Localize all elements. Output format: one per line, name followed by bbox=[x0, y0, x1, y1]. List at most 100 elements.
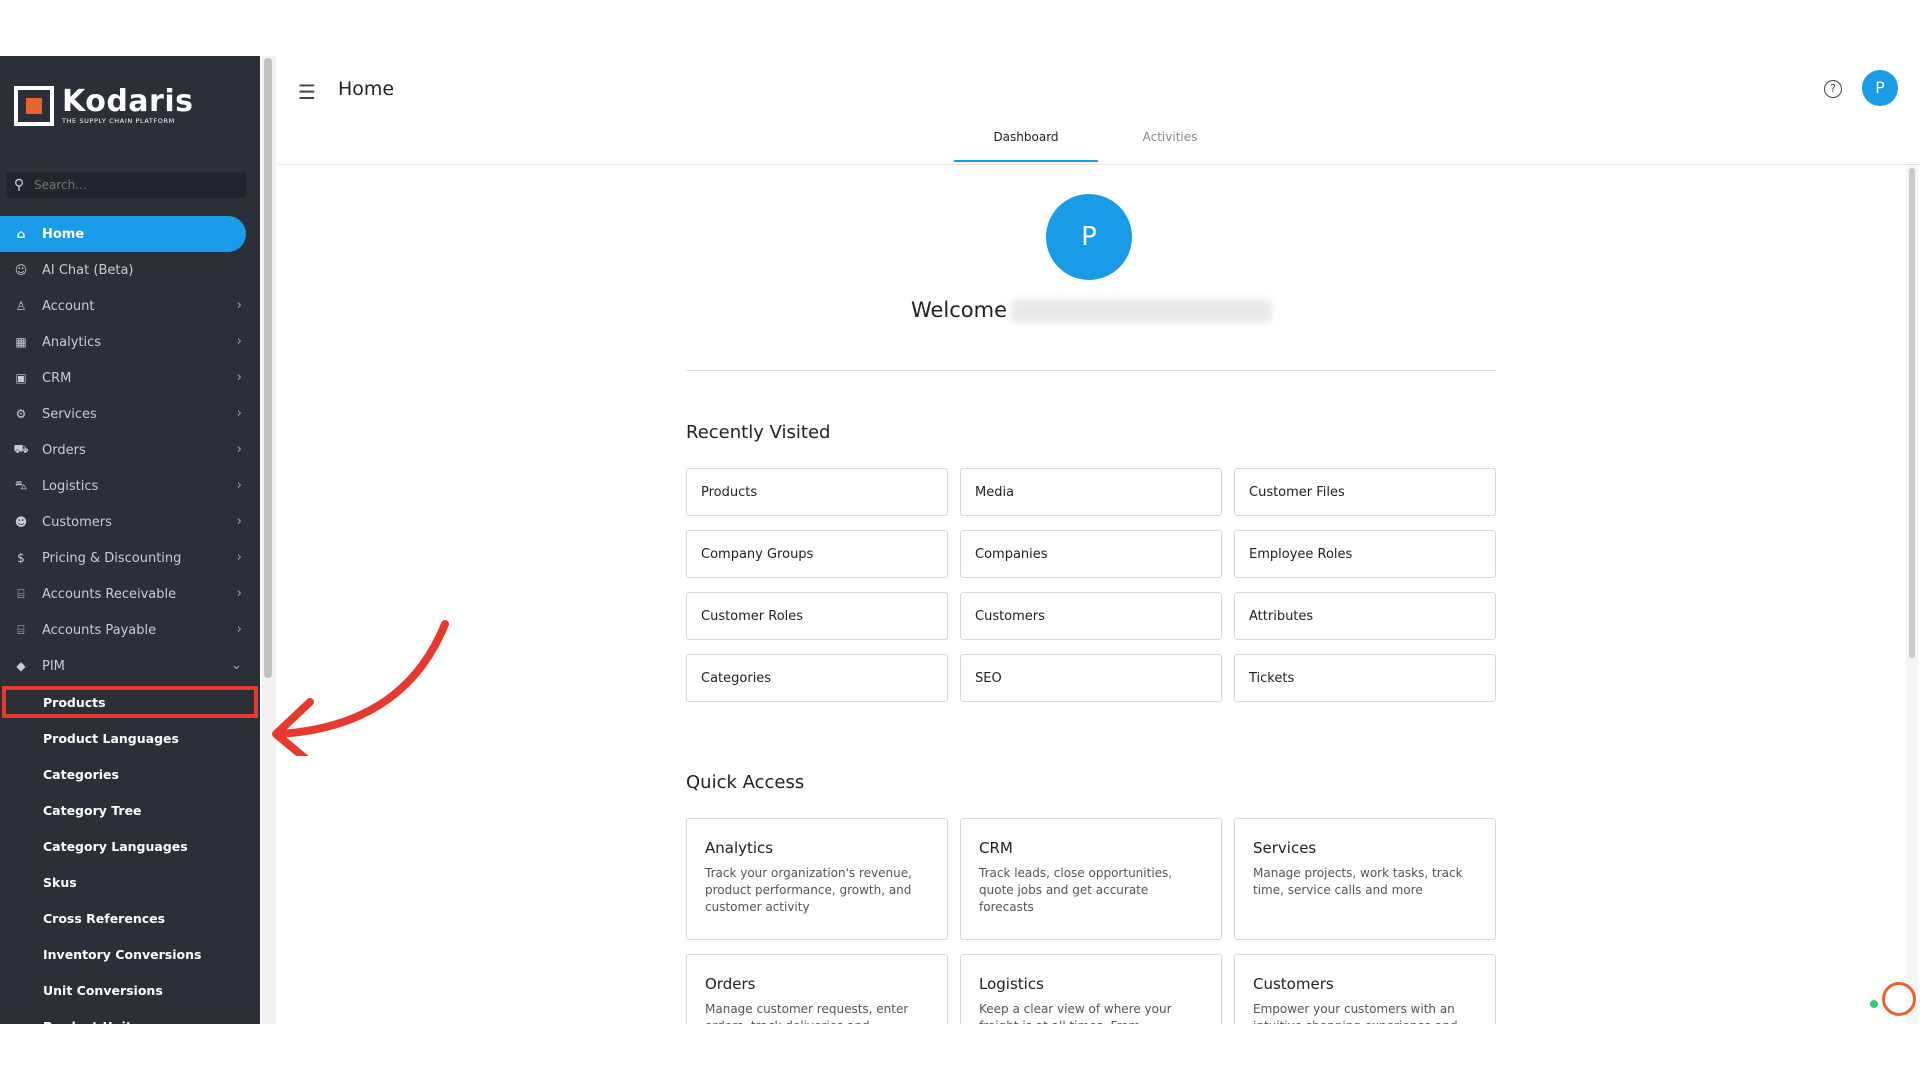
sidebar-item-pim[interactable]: ◆ PIM ⌄ bbox=[0, 648, 260, 684]
sidebar-item-pricing-discounting[interactable]: $ Pricing & Discounting › bbox=[0, 540, 260, 576]
hamburger-menu-icon[interactable]: ☰ bbox=[298, 80, 316, 104]
sidebar-item-label: Accounts Payable bbox=[42, 622, 157, 638]
logo-tagline: THE SUPPLY CHAIN PLATFORM bbox=[62, 117, 175, 125]
help-icon[interactable]: ? bbox=[1824, 80, 1842, 98]
sidebar-subitem-category-tree[interactable]: Category Tree bbox=[0, 792, 260, 828]
sidebar-item-accounts-payable[interactable]: ⌸ Accounts Payable › bbox=[0, 612, 260, 648]
tab-dashboard[interactable]: Dashboard bbox=[954, 122, 1098, 162]
sidebar-item-ai-chat-beta[interactable]: ☺ AI Chat (Beta) bbox=[0, 252, 260, 288]
redacted-email bbox=[1011, 300, 1272, 322]
quick-access-card-analytics[interactable]: Analytics Track your organization's reven… bbox=[686, 818, 948, 940]
user-avatar[interactable]: P bbox=[1862, 70, 1898, 106]
quick-access-title: Services bbox=[1253, 839, 1317, 857]
quick-access-card-customers[interactable]: Customers Empower your customers with an … bbox=[1234, 954, 1496, 1024]
chevron-right-icon: › bbox=[236, 478, 242, 493]
quick-access-description: Track your organization's revenue, produ… bbox=[705, 866, 912, 914]
sidebar-subitem-cross-references[interactable]: Cross References bbox=[0, 900, 260, 936]
sidebar-subitem-product-languages[interactable]: Product Languages bbox=[0, 720, 260, 756]
bank-icon: ⌸ bbox=[17, 622, 25, 637]
welcome-divider bbox=[686, 370, 1496, 371]
sidebar-subitem-products[interactable]: Products bbox=[0, 684, 260, 720]
sidebar-item-crm[interactable]: ▣ CRM › bbox=[0, 360, 260, 396]
tabs: Dashboard Activities bbox=[954, 122, 1242, 162]
recent-card-categories[interactable]: Categories bbox=[686, 654, 948, 702]
people-icon: ☻ bbox=[14, 515, 28, 529]
chevron-right-icon: › bbox=[236, 622, 242, 637]
sidebar-item-label: Orders bbox=[42, 442, 86, 458]
chevron-right-icon: › bbox=[236, 334, 242, 349]
tag-icon: ◆ bbox=[16, 659, 26, 673]
sidebar-scroll-thumb[interactable] bbox=[264, 58, 272, 678]
sidebar-subitem-category-languages[interactable]: Category Languages bbox=[0, 828, 260, 864]
quick-access-card-crm[interactable]: CRM Track leads, close opportunities, quo… bbox=[960, 818, 1222, 940]
user-icon: ♙ bbox=[15, 299, 27, 313]
recent-card-customer-files[interactable]: Customer Files bbox=[1234, 468, 1496, 516]
sidebar-item-customers[interactable]: ☻ Customers › bbox=[0, 504, 260, 540]
recent-card-tickets[interactable]: Tickets bbox=[1234, 654, 1496, 702]
sidebar-item-account[interactable]: ♙ Account › bbox=[0, 288, 260, 324]
recent-card-products[interactable]: Products bbox=[686, 468, 948, 516]
robot-icon: ☺ bbox=[14, 263, 28, 277]
recent-card-employee-roles[interactable]: Employee Roles bbox=[1234, 530, 1496, 578]
main-scrollbar[interactable] bbox=[1906, 166, 1918, 1024]
recent-card-company-groups[interactable]: Company Groups bbox=[686, 530, 948, 578]
kodaris-logo[interactable]: Kodaris THE SUPPLY CHAIN PLATFORM bbox=[14, 86, 193, 126]
main-scroll-thumb[interactable] bbox=[1909, 168, 1915, 658]
sidebar-scrollbar[interactable] bbox=[262, 56, 276, 1024]
chevron-right-icon: › bbox=[236, 514, 242, 529]
quick-access-title: Quick Access bbox=[686, 772, 805, 793]
app-window: Kodaris THE SUPPLY CHAIN PLATFORM ⚲ ⌂ Hom… bbox=[0, 56, 1920, 1024]
recent-card-customer-roles[interactable]: Customer Roles bbox=[686, 592, 948, 640]
gears-icon: ⚙ bbox=[15, 407, 27, 421]
sidebar-nav: ⌂ Home ☺ AI Chat (Beta) ♙ Account › ▦ Analytics ›… bbox=[0, 216, 260, 1024]
tabs-divider bbox=[278, 164, 1920, 165]
contact-card-icon: ▣ bbox=[15, 371, 27, 385]
recent-card-companies[interactable]: Companies bbox=[960, 530, 1222, 578]
sidebar-item-accounts-receivable[interactable]: ⌸ Accounts Receivable › bbox=[0, 576, 260, 612]
quick-access-card-orders[interactable]: Orders Manage customer requests, enter or… bbox=[686, 954, 948, 1024]
sidebar-subitem-product-units[interactable]: Product Units bbox=[0, 1008, 260, 1025]
shipping-icon: ⛍ bbox=[14, 478, 28, 492]
recent-card-media[interactable]: Media bbox=[960, 468, 1222, 516]
sidebar-item-label: CRM bbox=[42, 370, 72, 386]
chat-support-icon[interactable] bbox=[1882, 982, 1916, 1016]
sidebar-subitem-unit-conversions[interactable]: Unit Conversions bbox=[0, 972, 260, 1008]
quick-access-card-services[interactable]: Services Manage projects, work tasks, tra… bbox=[1234, 818, 1496, 940]
main-area: ☰ Home ? P Dashboard Activities P Welcom… bbox=[278, 56, 1920, 1024]
sidebar-item-label: Pricing & Discounting bbox=[42, 550, 182, 566]
sidebar-item-label: Accounts Receivable bbox=[42, 586, 177, 602]
sidebar-item-analytics[interactable]: ▦ Analytics › bbox=[0, 324, 260, 360]
recent-card-seo[interactable]: SEO bbox=[960, 654, 1222, 702]
welcome-text: Welcome bbox=[910, 298, 1008, 322]
quick-access-title: Analytics bbox=[705, 839, 774, 857]
sidebar-item-services[interactable]: ⚙ Services › bbox=[0, 396, 260, 432]
chevron-right-icon: › bbox=[236, 370, 242, 385]
topbar: ☰ Home ? P Dashboard Activities bbox=[278, 56, 1920, 166]
quick-access-title: Orders bbox=[705, 975, 756, 993]
sidebar-item-home[interactable]: ⌂ Home bbox=[0, 216, 246, 252]
online-status-dot bbox=[1870, 1000, 1878, 1008]
sidebar-item-logistics[interactable]: ⛍ Logistics › bbox=[0, 468, 260, 504]
welcome-heading: Welcome bbox=[686, 298, 1496, 322]
search-input[interactable] bbox=[32, 177, 236, 193]
sidebar-item-label: Customers bbox=[42, 514, 112, 530]
quick-access-card-logistics[interactable]: Logistics Keep a clear view of where your… bbox=[960, 954, 1222, 1024]
recent-card-attributes[interactable]: Attributes bbox=[1234, 592, 1496, 640]
logo-name: Kodaris bbox=[62, 84, 194, 119]
recent-card-customers[interactable]: Customers bbox=[960, 592, 1222, 640]
sidebar-subitem-skus[interactable]: Skus bbox=[0, 864, 260, 900]
sidebar-item-orders[interactable]: ⛟ Orders › bbox=[0, 432, 260, 468]
quick-access-description: Empower your customers with an intuitive… bbox=[1253, 1002, 1458, 1024]
sidebar-subitem-categories[interactable]: Categories bbox=[0, 756, 260, 792]
quick-access-description: Track leads, close opportunities, quote … bbox=[979, 866, 1173, 914]
sidebar-subitem-inventory-conversions[interactable]: Inventory Conversions bbox=[0, 936, 260, 972]
sidebar: Kodaris THE SUPPLY CHAIN PLATFORM ⚲ ⌂ Hom… bbox=[0, 56, 260, 1024]
tab-activities[interactable]: Activities bbox=[1098, 122, 1242, 160]
quick-access-grid: Analytics Track your organization's reven… bbox=[686, 818, 1496, 1024]
quick-access-title: CRM bbox=[979, 839, 1013, 857]
home-icon: ⌂ bbox=[16, 227, 26, 241]
quick-access-description: Manage customer requests, enter orders, … bbox=[705, 1002, 909, 1024]
annotation-arrow bbox=[272, 620, 449, 756]
sidebar-item-label: Analytics bbox=[42, 334, 102, 350]
dollar-icon: $ bbox=[17, 551, 25, 565]
